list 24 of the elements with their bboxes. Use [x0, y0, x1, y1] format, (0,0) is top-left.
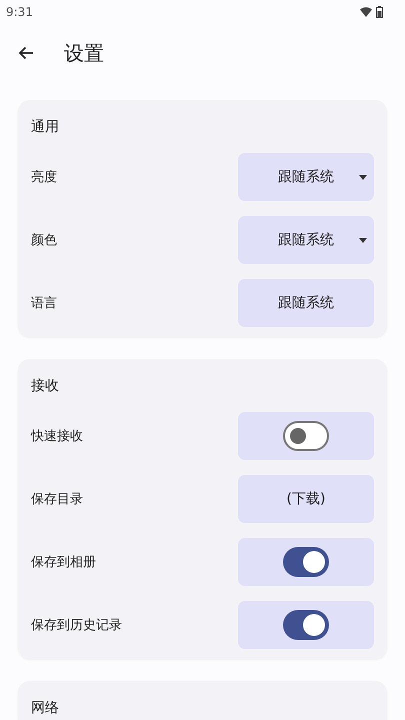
value-button[interactable]: 跟随系统: [238, 279, 374, 327]
section-title: 通用: [31, 118, 60, 137]
toggle-switch[interactable]: [283, 421, 329, 451]
caret-icon: [359, 175, 367, 180]
setting-label: 保存到相册: [31, 554, 96, 571]
battery-icon: [376, 6, 383, 18]
setting-label: 保存目录: [31, 491, 83, 508]
caret-icon: [359, 238, 367, 243]
section-title: 接收: [31, 377, 60, 396]
back-arrow-icon: [18, 46, 34, 60]
setting-label: 颜色: [31, 232, 57, 249]
toggle-switch[interactable]: [283, 610, 329, 640]
wifi-icon: [360, 7, 372, 17]
setting-label: 快速接收: [31, 428, 83, 445]
page-title: 设置: [64, 40, 104, 66]
dropdown[interactable]: 跟随系统: [238, 216, 374, 264]
toggle-switch[interactable]: [283, 547, 329, 577]
setting-label: 语言: [31, 295, 57, 312]
section-title: 网络: [31, 699, 60, 718]
setting-label: 亮度: [31, 169, 57, 186]
value-button[interactable]: (下载): [238, 475, 374, 523]
setting-label: 保存到历史记录: [31, 617, 122, 634]
dropdown[interactable]: 跟随系统: [238, 153, 374, 201]
status-time: 9:31: [6, 5, 33, 19]
